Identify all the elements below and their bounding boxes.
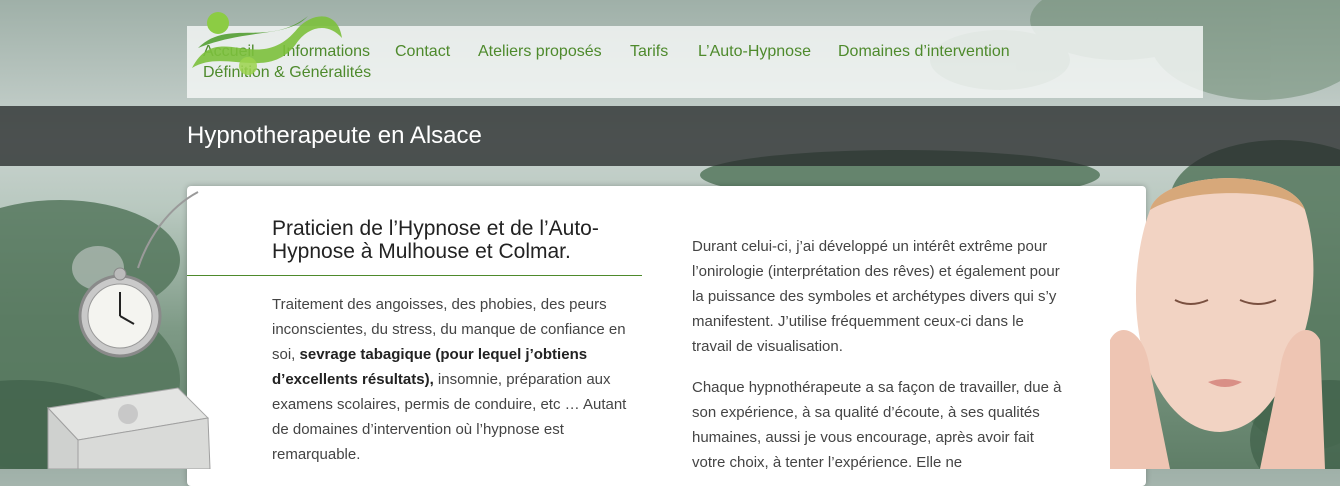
- face-portrait-icon: [1110, 178, 1325, 469]
- silver-box-icon: [46, 387, 211, 469]
- nav-item-tarifs[interactable]: Tarifs: [630, 43, 668, 61]
- logo-swoosh-icon[interactable]: [188, 8, 344, 80]
- nav-item-auto-hypnose[interactable]: L’Auto-Hypnose: [698, 43, 811, 61]
- content-heading: Praticien de l’Hypnose et de l’Auto-Hypn…: [272, 217, 599, 263]
- nav-item-contact[interactable]: Contact: [395, 43, 450, 61]
- right-paragraph-1: Durant celui-ci, j’ai développé un intér…: [692, 238, 1060, 355]
- right-paragraph-2: Chaque hypnothérapeute a sa façon de tra…: [692, 379, 1062, 471]
- heading-divider: [187, 275, 642, 276]
- page-title-band: Hypnotherapeute en Alsace: [0, 106, 1340, 166]
- pocket-watch-icon: [72, 191, 199, 358]
- left-paragraph: Traitement des angoisses, des phobies, d…: [272, 292, 647, 467]
- nav-item-domaines[interactable]: Domaines d’intervention: [838, 43, 1010, 61]
- page-title: Hypnotherapeute en Alsace: [187, 122, 482, 149]
- nav-item-ateliers[interactable]: Ateliers proposés: [478, 43, 602, 61]
